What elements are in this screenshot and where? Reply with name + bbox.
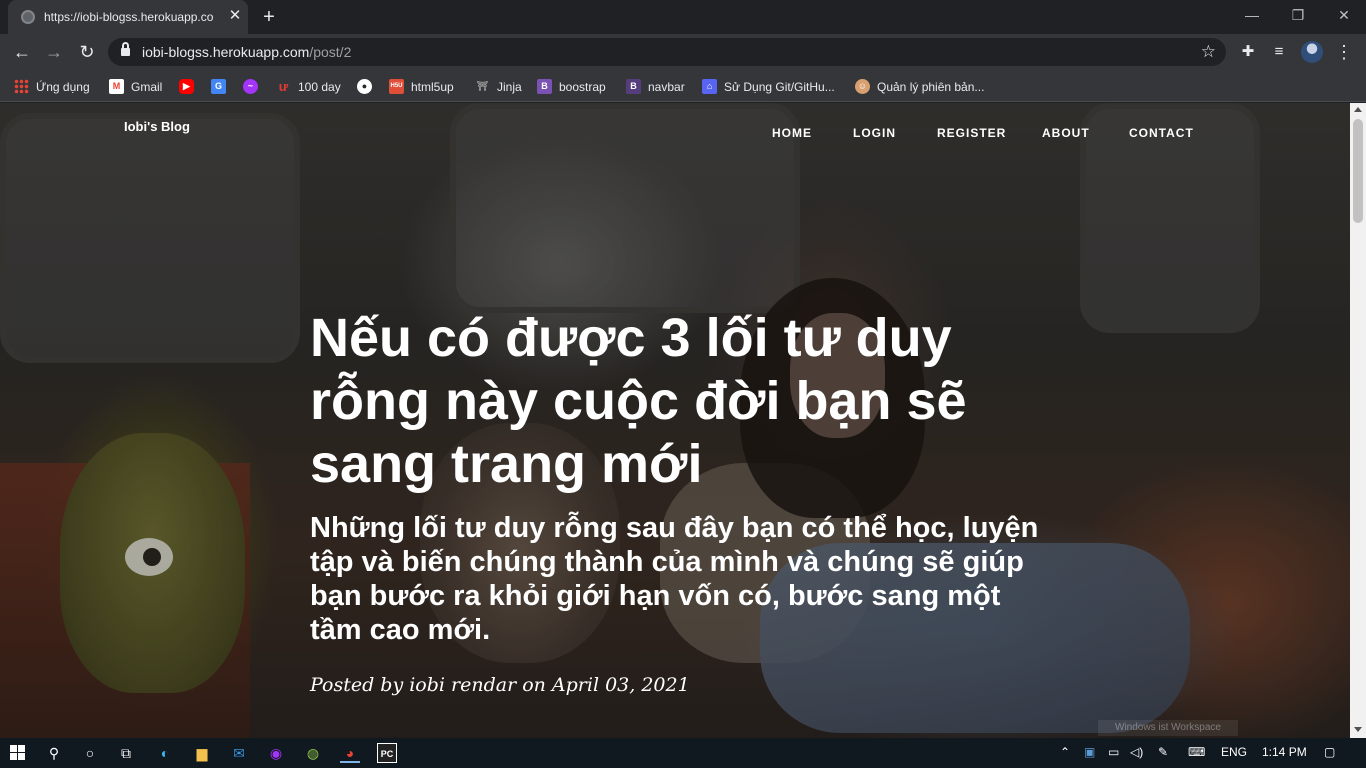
bookmark-git-github[interactable]: ⌂ Sử Dụng Git/GitHu... [702,78,835,95]
navbar-icon: B [626,79,641,95]
more-menu-icon[interactable]: ⋮ [1333,41,1355,63]
address-bar[interactable]: iobi-blogss.herokuapp.com/post/2 ☆ [108,38,1226,66]
lock-icon [121,42,130,57]
site-nav: HOME LOGIN REGISTER ABOUT CONTACT [772,126,1202,142]
gmail-icon: M [109,79,124,95]
messenger-taskbar-icon[interactable]: ◉ [266,743,286,763]
pen-icon[interactable]: ✎ [1158,745,1168,759]
file-explorer-icon[interactable]: ▆ [192,743,212,763]
scroll-up-arrow-icon[interactable] [1354,107,1362,112]
url-path: /post/2 [309,44,352,60]
apps-grid-icon [14,79,29,95]
messenger-icon: ~ [243,79,258,95]
post-subtitle: Những lối tư duy rỗng sau đây bạn có thể… [310,512,1039,646]
app-icon[interactable]: ◍ [303,743,323,763]
git-icon: ⌂ [702,79,717,95]
bookmark-bootstrap[interactable]: Bboostrap [537,78,606,95]
globe-icon [21,10,35,24]
keyboard-icon[interactable]: ⌨ [1188,745,1205,759]
bookmark-version-control[interactable]: ☺ Quản lý phiên bản... [855,78,984,95]
reload-icon[interactable]: ↻ [75,40,99,64]
extensions-puzzle-icon[interactable]: ✚ [1237,41,1259,63]
network-icon[interactable]: ▭ [1108,745,1119,759]
bookmark-gmail[interactable]: M Gmail [109,78,162,95]
site-brand[interactable]: Iobi's Blog [124,119,190,134]
bookmark-navbar[interactable]: Bnavbar [626,78,685,95]
edge-icon[interactable]: ◐ [155,743,175,763]
translate-icon: G [211,79,226,95]
youtube-icon: ▶ [179,79,194,95]
bookmark-100-day[interactable]: ư 100 day [276,78,341,94]
language-indicator[interactable]: ENG [1221,745,1247,759]
chrome-icon[interactable]: ◕ [340,743,360,763]
tray-app-icon[interactable]: ▣ [1084,745,1095,759]
bookmark-apps[interactable]: Ứng dụng [14,78,90,95]
volume-icon[interactable]: ◁) [1130,745,1143,759]
window-close-icon[interactable]: ✕ [1330,4,1358,26]
bookmark-star-icon[interactable]: ☆ [1201,42,1216,62]
nav-register[interactable]: REGISTER [937,126,1006,140]
nav-login[interactable]: LOGIN [853,126,896,140]
pycharm-icon[interactable]: PC [377,743,397,763]
scroll-thumb[interactable] [1353,119,1363,223]
post-title: Nếu có được 3 lối tư duy rỗng này cuộc đ… [310,308,967,494]
new-tab-icon[interactable]: + [258,6,280,28]
bookmark-github[interactable]: ● [357,78,379,95]
search-icon[interactable]: ⚲ [44,743,64,763]
notifications-icon[interactable]: ▢ [1324,745,1335,759]
profile-avatar[interactable] [1301,41,1323,63]
windows-taskbar: ⚲ ○ ⧉ ◐ ▆ ✉ ◉ ◍ ◕ PC ⌃ ▣ ▭ ◁) ✎ ⌨ ENG 1:… [0,738,1366,768]
bookmark-youtube[interactable]: ▶ [179,78,201,95]
tray-overflow-icon[interactable]: ⌃ [1060,745,1070,759]
nav-contact[interactable]: CONTACT [1129,126,1194,140]
page-viewport: Iobi's Blog HOME LOGIN REGISTER ABOUT CO… [0,103,1366,738]
tab-title: https://iobi-blogss.herokuapp.co [44,10,214,24]
forward-arrow-icon[interactable]: → [42,40,66,64]
github-icon: ● [357,79,372,95]
tab-close-icon[interactable]: ✕ [226,7,244,25]
browser-toolbar: ← → ↻ iobi-blogss.herokuapp.com/post/2 ☆… [0,34,1366,70]
post-meta: Posted by iobi rendar on April 03, 2021 [310,674,690,696]
mail-icon[interactable]: ✉ [229,743,249,763]
page-scrollbar[interactable] [1350,103,1366,738]
scroll-down-arrow-icon[interactable] [1354,727,1362,732]
url-text: iobi-blogss.herokuapp.com/post/2 [142,44,351,60]
nav-home[interactable]: HOME [772,126,812,140]
minimize-icon[interactable]: — [1238,4,1266,26]
url-host: iobi-blogss.herokuapp.com [142,44,310,60]
html5up-icon: H5U [389,79,404,95]
bookmark-translate[interactable]: G [211,78,233,95]
browser-tab[interactable]: https://iobi-blogss.herokuapp.co ✕ [8,0,248,34]
bookmark-messenger[interactable]: ~ [243,78,265,95]
hundred-day-icon: ư [278,79,289,95]
bookmarks-bar: Ứng dụng M Gmail ▶ G ~ ư 100 day ● H5U html… [0,70,1366,102]
bootstrap-icon: B [537,79,552,95]
back-arrow-icon[interactable]: ← [10,40,34,64]
git-book-icon: ☺ [855,79,870,95]
cortana-icon[interactable]: ○ [80,743,100,763]
task-view-icon[interactable]: ⧉ [116,743,136,763]
tab-strip: https://iobi-blogss.herokuapp.co ✕ + — ❐… [0,0,1366,34]
nav-about[interactable]: ABOUT [1042,126,1090,140]
bookmark-html5up[interactable]: H5U html5up [389,78,454,95]
clock[interactable]: 1:14 PM [1262,745,1307,759]
windows-start-icon[interactable] [10,745,26,761]
restore-icon[interactable]: ❐ [1284,4,1312,26]
media-queue-icon[interactable]: ≡ [1268,41,1290,63]
bookmark-jinja[interactable]: ⛩ Jinja [475,78,522,94]
activation-watermark: Windows ist Workspace [1098,720,1238,736]
jinja-icon: ⛩ [476,81,489,92]
